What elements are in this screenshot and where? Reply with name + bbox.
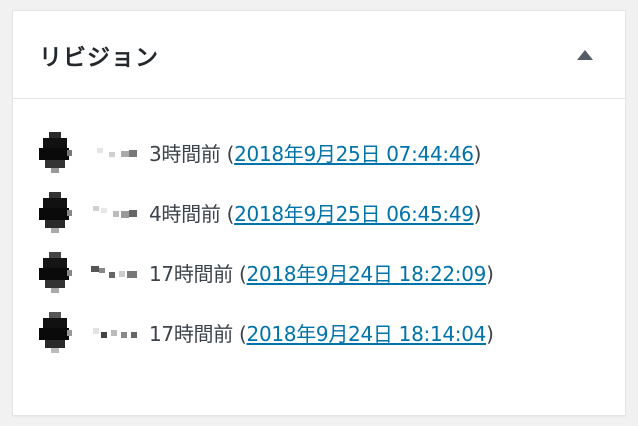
revision-item: 4時間前 (2018年9月25日 06:45:49) bbox=[13, 182, 625, 242]
revision-date-link[interactable]: 2018年9月25日 07:44:46 bbox=[234, 142, 474, 166]
avatar bbox=[39, 130, 73, 174]
relative-time: 4時間前 bbox=[149, 201, 221, 226]
revision-item: 3時間前 (2018年9月25日 07:44:46) bbox=[13, 122, 625, 182]
relative-time: 17時間前 bbox=[149, 261, 233, 286]
revision-meta: 3時間前 (2018年9月25日 07:44:46) bbox=[149, 141, 482, 166]
revision-item: 17時間前 (2018年9月24日 18:22:09) bbox=[13, 242, 625, 302]
revision-meta: 17時間前 (2018年9月24日 18:22:09) bbox=[149, 261, 494, 286]
revision-date-link[interactable]: 2018年9月24日 18:14:04 bbox=[247, 322, 487, 346]
relative-time: 3時間前 bbox=[149, 141, 221, 166]
revision-item: 17時間前 (2018年9月24日 18:14:04) bbox=[13, 302, 625, 362]
author-name-redacted bbox=[89, 262, 147, 282]
revision-meta: 4時間前 (2018年9月25日 06:45:49) bbox=[149, 201, 482, 226]
relative-time: 17時間前 bbox=[149, 321, 233, 346]
author-name-redacted bbox=[89, 202, 147, 222]
author-name-redacted bbox=[89, 322, 147, 342]
revision-date-link[interactable]: 2018年9月24日 18:22:09 bbox=[247, 262, 487, 286]
revisions-panel: リビジョン 3時間前 (2018年9月25日 07:44:46) 4時間前 (2… bbox=[12, 10, 626, 416]
avatar bbox=[39, 310, 73, 354]
collapse-toggle-button[interactable] bbox=[571, 41, 599, 69]
avatar bbox=[39, 250, 73, 294]
panel-title: リビジョン bbox=[39, 44, 159, 71]
revision-meta: 17時間前 (2018年9月24日 18:14:04) bbox=[149, 321, 494, 346]
avatar bbox=[39, 190, 73, 234]
triangle-up-icon bbox=[577, 49, 593, 60]
revision-date-link[interactable]: 2018年9月25日 06:45:49 bbox=[234, 202, 474, 226]
revision-list: 3時間前 (2018年9月25日 07:44:46) 4時間前 (2018年9月… bbox=[13, 99, 625, 362]
panel-header: リビジョン bbox=[13, 11, 625, 99]
author-name-redacted bbox=[89, 142, 147, 162]
